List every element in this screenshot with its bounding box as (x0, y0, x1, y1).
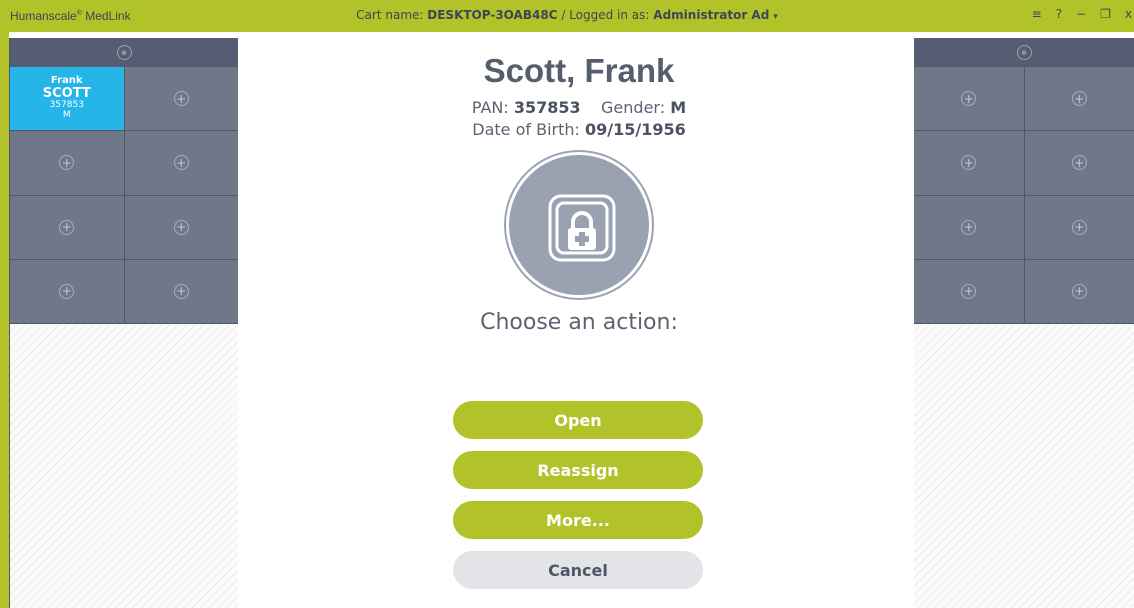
add-icon: + (961, 91, 977, 107)
cart-info: Cart name: DESKTOP-3OAB48C / Logged in a… (0, 8, 1134, 22)
add-icon: + (961, 219, 977, 235)
drawer-slot-assigned[interactable]: Frank SCOTT 357853 M (10, 67, 124, 131)
close-icon[interactable]: x (1125, 7, 1132, 21)
add-icon: + (59, 155, 75, 171)
add-icon: + (1071, 283, 1087, 299)
add-icon: + (173, 283, 189, 299)
drawer-slot-empty[interactable]: + (1024, 67, 1134, 131)
add-icon: + (173, 91, 189, 107)
help-icon[interactable]: ? (1056, 7, 1062, 21)
right-drawer-grid: + + + + + + + + (914, 67, 1134, 324)
drawer-slot-empty[interactable]: + (124, 195, 238, 259)
restore-icon[interactable]: ❐ (1100, 7, 1111, 21)
add-icon: + (59, 219, 75, 235)
dob-label: Date of Birth: (472, 120, 580, 139)
cart-name: DESKTOP-3OAB48C (427, 8, 558, 22)
add-icon: + (1071, 91, 1087, 107)
drawer-slot-empty[interactable]: + (10, 195, 124, 259)
lock-icon-graphic (548, 194, 616, 262)
gender-label: Gender: (601, 98, 666, 117)
window-controls: ≡ ? − ❐ x (1032, 7, 1134, 21)
scroll-up-icon[interactable]: ⊕ (1016, 45, 1032, 60)
separator: / (561, 8, 566, 22)
right-panel-header: ⊕ (914, 38, 1134, 67)
add-icon: + (173, 219, 189, 235)
action-prompt: Choose an action: (480, 310, 678, 335)
patient-action-dialog: Scott, Frank PAN: 357853 Gender: M Date … (244, 38, 914, 608)
menu-icon[interactable]: ≡ (1032, 7, 1042, 21)
window-border (0, 32, 9, 608)
open-button[interactable]: Open (453, 401, 703, 439)
add-icon: + (961, 155, 977, 171)
drawer-slot-empty[interactable]: + (124, 67, 238, 131)
left-panel-header: ⊕ (10, 38, 238, 67)
empty-area (10, 324, 238, 608)
drawer-slot-empty[interactable]: + (10, 259, 124, 323)
drawer-slot-empty[interactable]: + (124, 131, 238, 195)
lock-medical-icon (506, 152, 652, 298)
drawer-slot-empty[interactable]: + (1024, 259, 1134, 323)
more-button[interactable]: More... (453, 501, 703, 539)
title-bar: Humanscale® MedLink Cart name: DESKTOP-3… (0, 0, 1134, 32)
cancel-button[interactable]: Cancel (453, 551, 703, 589)
scroll-up-icon[interactable]: ⊕ (116, 45, 132, 60)
minimize-icon[interactable]: − (1076, 7, 1086, 21)
left-drawer-grid: Frank SCOTT 357853 M + + + + + + + (10, 67, 238, 324)
cart-label: Cart name: (356, 8, 424, 22)
user-name: Administrator Ad (653, 8, 770, 22)
user-menu[interactable]: Administrator Ad ▾ (653, 8, 778, 22)
dob-value: 09/15/1956 (584, 120, 686, 139)
patient-name-heading: Scott, Frank (483, 52, 675, 89)
right-drawer-panel: ⊕ + + + + + + + + (914, 38, 1134, 608)
left-drawer-panel: ⊕ Frank SCOTT 357853 M + + + + + + + (9, 38, 238, 608)
caret-down-icon: ▾ (773, 12, 778, 22)
pan-label: PAN: (471, 98, 509, 117)
drawer-slot-empty[interactable]: + (914, 259, 1024, 323)
drawer-slot-empty[interactable]: + (124, 259, 238, 323)
drawer-slot-empty[interactable]: + (1024, 195, 1134, 259)
reassign-button[interactable]: Reassign (453, 451, 703, 489)
dob-line: Date of Birth: 09/15/1956 (244, 120, 914, 139)
gender-value: M (670, 98, 687, 117)
add-icon: + (173, 155, 189, 171)
add-icon: + (59, 283, 75, 299)
drawer-slot-empty[interactable]: + (914, 67, 1024, 131)
patient-gender: M (62, 110, 71, 121)
add-icon: + (1071, 219, 1087, 235)
add-icon: + (1071, 155, 1087, 171)
drawer-slot-empty[interactable]: + (914, 131, 1024, 195)
add-icon: + (961, 283, 977, 299)
drawer-slot-empty[interactable]: + (10, 131, 124, 195)
login-label: Logged in as: (569, 8, 650, 22)
drawer-slot-empty[interactable]: + (1024, 131, 1134, 195)
drawer-slot-empty[interactable]: + (914, 195, 1024, 259)
patient-last-name: SCOTT (42, 86, 91, 102)
patient-id-line: PAN: 357853 Gender: M (244, 98, 914, 117)
pan-value: 357853 (513, 98, 581, 117)
empty-area (914, 324, 1134, 608)
